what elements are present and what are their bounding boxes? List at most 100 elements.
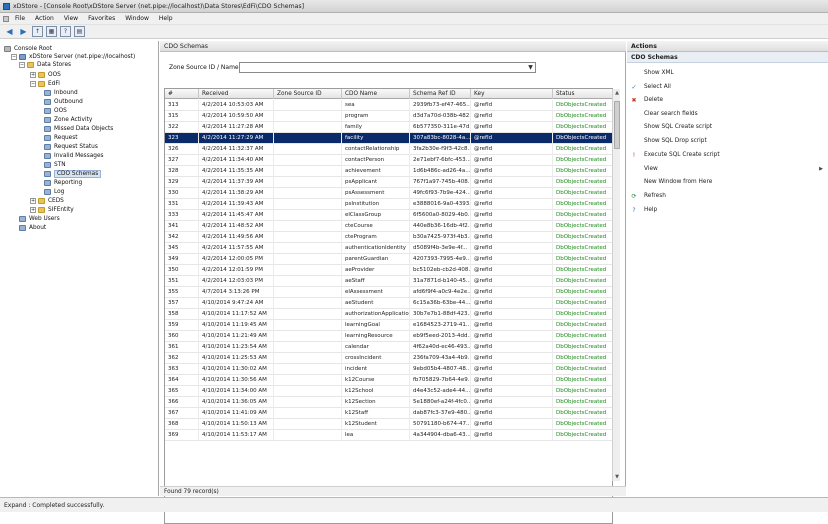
column-header[interactable]: # bbox=[165, 89, 199, 99]
action-item[interactable]: ⟳ Refresh bbox=[627, 190, 827, 202]
tree-item[interactable]: Reporting bbox=[44, 178, 82, 187]
back-arrow-icon[interactable]: ◀ bbox=[4, 26, 15, 37]
table-row[interactable]: 341 4/2/2014 11:48:52 AM cteCourse 440e8b36… bbox=[165, 221, 612, 232]
table-row[interactable]: 313 4/2/2014 10:53:03 AM sea 2939fb73-ef47-… bbox=[165, 100, 612, 111]
show-hide-action-pane-icon[interactable]: ▤ bbox=[74, 26, 85, 37]
table-row[interactable]: 323 4/2/2014 11:27:29 AM facility 307a83bc-… bbox=[165, 133, 612, 144]
table-row[interactable]: 361 4/10/2014 11:23:54 AM calendar 4f62a40d… bbox=[165, 342, 612, 353]
table-row[interactable]: 342 4/2/2014 11:49:56 AM cteProgram b30a742… bbox=[165, 232, 612, 243]
table-row[interactable]: 349 4/2/2014 12:00:05 PM parentGuardian 420… bbox=[165, 254, 612, 265]
forward-arrow-icon[interactable]: ▶ bbox=[18, 26, 29, 37]
tree-item[interactable]: + SIFEntity bbox=[30, 205, 74, 214]
table-row[interactable]: 322 4/2/2014 11:27:28 AM family 6b577350-31… bbox=[165, 122, 612, 133]
tree-item[interactable]: + OOS bbox=[30, 70, 61, 79]
column-header[interactable]: Schema Ref ID bbox=[410, 89, 471, 99]
actions-section-cdo-schemas[interactable]: CDO Schemas bbox=[627, 52, 828, 63]
table-row[interactable]: 351 4/2/2014 12:03:03 PM aeStaff 31a7871d-b… bbox=[165, 276, 612, 287]
menu-action[interactable]: Action bbox=[35, 15, 54, 22]
system-menu-icon[interactable] bbox=[3, 15, 9, 22]
action-item[interactable]: Clear search fields bbox=[627, 108, 827, 120]
tree-item[interactable]: STN bbox=[44, 160, 66, 169]
table-row[interactable]: 333 4/2/2014 11:45:47 AM elClassGroup 6f560… bbox=[165, 210, 612, 221]
table-row[interactable]: 369 4/10/2014 11:53:17 AM lea 4a344904-dba6… bbox=[165, 430, 612, 441]
table-row[interactable]: 360 4/10/2014 11:21:49 AM learningResource… bbox=[165, 331, 612, 342]
scroll-down-icon[interactable]: ▼ bbox=[613, 473, 621, 481]
tree-item[interactable]: − Data Stores bbox=[19, 60, 71, 69]
tree-item[interactable]: OOS bbox=[44, 106, 67, 115]
show-hide-tree-icon[interactable]: ▦ bbox=[46, 26, 57, 37]
table-row[interactable]: 362 4/10/2014 11:25:53 AM crossIncident 236… bbox=[165, 353, 612, 364]
action-item[interactable]: Show SQL Create script bbox=[627, 121, 827, 133]
tree-item[interactable]: + CEDS bbox=[30, 196, 64, 205]
chevron-down-icon[interactable]: ▼ bbox=[526, 63, 535, 72]
tree-item[interactable]: − EdFi bbox=[30, 79, 60, 88]
action-item[interactable]: ✖ Delete bbox=[627, 94, 827, 106]
table-row[interactable]: 357 4/10/2014 9:47:24 AM aeStudent 6c15a36b… bbox=[165, 298, 612, 309]
menu-favorites[interactable]: Favorites bbox=[88, 15, 115, 22]
tree-item[interactable]: About bbox=[19, 223, 46, 232]
table-row[interactable]: 363 4/10/2014 11:30:02 AM incident 9ebd05b4… bbox=[165, 364, 612, 375]
table-row[interactable]: 315 4/2/2014 10:59:50 AM program d3d7a70d-0… bbox=[165, 111, 612, 122]
column-header[interactable]: Zone Source ID bbox=[274, 89, 342, 99]
action-item[interactable]: Show SQL Drop script bbox=[627, 135, 827, 147]
table-row[interactable]: 327 4/2/2014 11:34:40 AM contactPerson 2e71… bbox=[165, 155, 612, 166]
column-header[interactable]: Received bbox=[199, 89, 274, 99]
table-row[interactable]: 345 4/2/2014 11:57:55 AM authenticationIde… bbox=[165, 243, 612, 254]
table-row[interactable]: 330 4/2/2014 11:38:29 AM psAssessment 49fc6… bbox=[165, 188, 612, 199]
menu-view[interactable]: View bbox=[64, 15, 78, 22]
table-row[interactable]: 358 4/10/2014 11:17:52 AM authorizationApp… bbox=[165, 309, 612, 320]
column-header[interactable]: Status bbox=[553, 89, 612, 99]
table-cell: @refId bbox=[471, 210, 553, 221]
table-row[interactable]: 329 4/2/2014 11:37:39 AM psApplicant 767f1a… bbox=[165, 177, 612, 188]
table-cell: 4/10/2014 11:19:45 AM bbox=[199, 320, 274, 331]
menu-window[interactable]: Window bbox=[125, 15, 149, 22]
grid-vertical-scrollbar[interactable]: ▲ ▼ bbox=[612, 89, 620, 481]
actions-title: Actions bbox=[627, 41, 828, 52]
action-item[interactable]: Show XML bbox=[627, 67, 827, 79]
scrollbar-thumb[interactable] bbox=[614, 101, 620, 149]
table-row[interactable]: 331 4/2/2014 11:39:43 AM psInstitution e388… bbox=[165, 199, 612, 210]
expand-toggle-icon[interactable]: − bbox=[11, 53, 17, 60]
expand-toggle-icon[interactable]: − bbox=[19, 61, 25, 68]
action-item[interactable]: View ▶ bbox=[627, 163, 827, 175]
table-row[interactable]: 328 4/2/2014 11:35:35 AM achievement 1d6b48… bbox=[165, 166, 612, 177]
tree-item[interactable]: Inbound bbox=[44, 88, 78, 97]
tree-item[interactable]: Invalid Messages bbox=[44, 151, 104, 160]
tree-item[interactable]: CDO Schemas bbox=[44, 169, 102, 178]
column-header[interactable]: Key bbox=[471, 89, 553, 99]
up-folder-icon[interactable]: ↑ bbox=[32, 26, 43, 37]
column-header[interactable]: CDO Name bbox=[342, 89, 410, 99]
tree-item[interactable]: Outbound bbox=[44, 97, 83, 106]
zone-source-filter-combo[interactable]: ▼ bbox=[239, 62, 536, 73]
table-row[interactable]: 350 4/2/2014 12:01:59 PM aeProvider bc5102e… bbox=[165, 265, 612, 276]
table-row[interactable]: 368 4/10/2014 11:50:13 AM k12Student 507911… bbox=[165, 419, 612, 430]
action-item[interactable]: ! Execute SQL Create script bbox=[627, 149, 827, 161]
expand-toggle-icon[interactable]: + bbox=[30, 197, 36, 204]
table-row[interactable]: 355 4/7/2014 3:13:26 PM elAssessment afd6f9… bbox=[165, 287, 612, 298]
table-cell: 4/10/2014 11:41:09 AM bbox=[199, 408, 274, 419]
action-item[interactable]: New Window from Here bbox=[627, 176, 827, 188]
action-item[interactable]: ? Help bbox=[627, 204, 827, 216]
table-cell: contactPerson bbox=[342, 155, 410, 166]
tree-item[interactable]: Request bbox=[44, 133, 78, 142]
table-row[interactable]: 367 4/10/2014 11:41:09 AM k12Staff dab87fc3… bbox=[165, 408, 612, 419]
table-cell: @refId bbox=[471, 188, 553, 199]
tree-item[interactable]: Missed Data Objects bbox=[44, 124, 113, 133]
scroll-up-icon[interactable]: ▲ bbox=[613, 89, 621, 97]
expand-toggle-icon[interactable]: − bbox=[30, 80, 36, 87]
table-row[interactable]: 359 4/10/2014 11:19:45 AM learningGoal e168… bbox=[165, 320, 612, 331]
menu-file[interactable]: File bbox=[15, 15, 25, 22]
action-item[interactable]: ✓ Select All bbox=[627, 81, 827, 93]
tree-item[interactable]: Zone Activity bbox=[44, 115, 92, 124]
table-row[interactable]: 366 4/10/2014 11:36:05 AM k12Section 5e1880… bbox=[165, 397, 612, 408]
table-row[interactable]: 365 4/10/2014 11:34:00 AM k12School d4e43c5… bbox=[165, 386, 612, 397]
expand-toggle-icon[interactable]: + bbox=[30, 71, 36, 78]
table-row[interactable]: 364 4/10/2014 11:30:56 AM k12Course fb70582… bbox=[165, 375, 612, 386]
tree-item[interactable]: Log bbox=[44, 187, 64, 196]
tree-item[interactable]: Web Users bbox=[19, 214, 60, 223]
tree-item[interactable]: Request Status bbox=[44, 142, 98, 151]
help-icon[interactable]: ? bbox=[60, 26, 71, 37]
expand-toggle-icon[interactable]: + bbox=[30, 206, 36, 213]
table-row[interactable]: 326 4/2/2014 11:32:37 AM contactRelationsh… bbox=[165, 144, 612, 155]
menu-help[interactable]: Help bbox=[159, 15, 173, 22]
